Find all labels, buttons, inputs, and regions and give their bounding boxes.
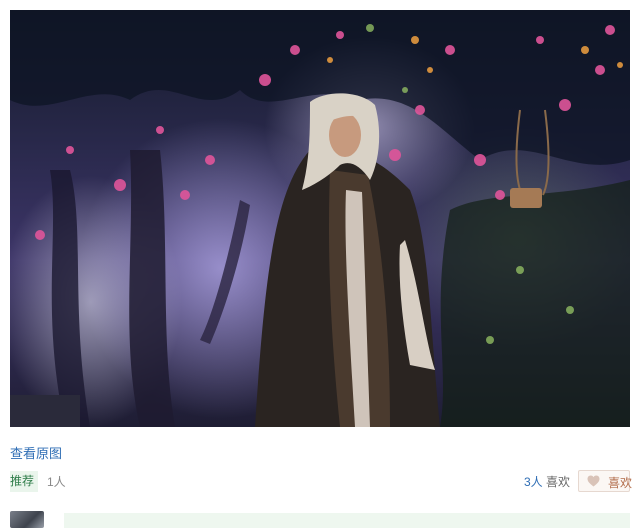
recommend-count: 1人: [47, 475, 66, 489]
likes-label: 喜欢: [546, 475, 571, 489]
recommend-button[interactable]: 推荐: [10, 471, 39, 492]
likes-count-link[interactable]: 3人: [524, 473, 543, 490]
like-button[interactable]: 喜欢: [578, 470, 633, 492]
comment-preview: [64, 513, 630, 528]
view-original-link[interactable]: 查看原图: [10, 443, 62, 462]
photo-scene: [10, 10, 630, 427]
main-photo[interactable]: [10, 10, 630, 427]
avatar[interactable]: [10, 511, 44, 528]
like-button-label: 喜欢: [608, 476, 633, 490]
heart-icon: [587, 475, 600, 487]
